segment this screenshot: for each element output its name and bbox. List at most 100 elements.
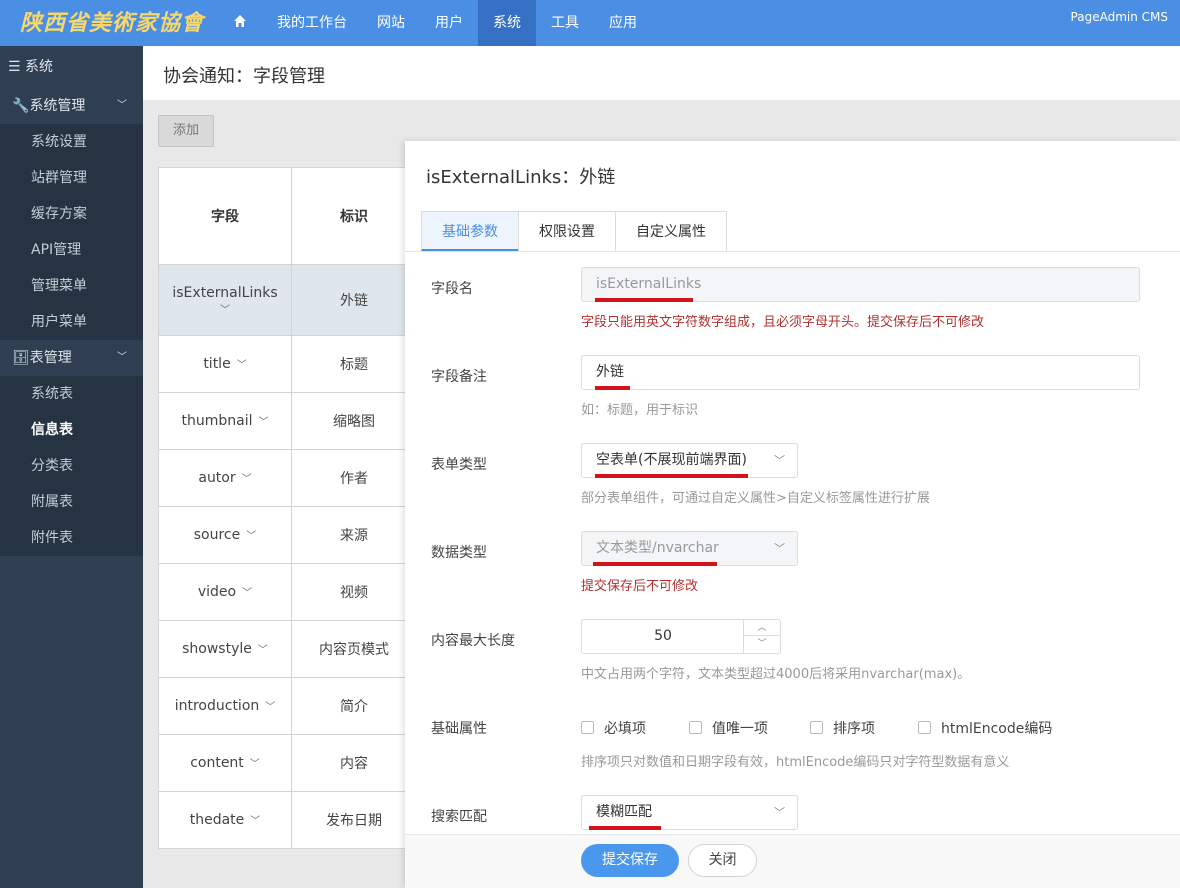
field-name[interactable]: source [194, 527, 241, 543]
tab-custom-attrs[interactable]: 自定义属性 [615, 211, 727, 251]
search-match-select[interactable]: 模糊匹配 ﹀ [581, 795, 798, 830]
checkbox-box[interactable] [918, 721, 931, 734]
database-icon: 🗄 [12, 350, 30, 366]
field-name[interactable]: autor [198, 470, 235, 486]
brand-label: PageAdmin CMS [1070, 10, 1168, 24]
sidebar-item-sub-table[interactable]: 附属表 [0, 484, 143, 520]
chevron-down-icon[interactable]: ﹀ [242, 474, 252, 485]
sidebar-item-cache[interactable]: 缓存方案 [0, 196, 143, 232]
table-row[interactable]: source ﹀ 来源 [158, 506, 417, 564]
chevron-down-icon[interactable]: ﹀ [258, 645, 268, 656]
sidebar-item-category-table[interactable]: 分类表 [0, 448, 143, 484]
red-underline-annotation [595, 298, 693, 302]
table-row[interactable]: content ﹀ 内容 [158, 734, 417, 792]
data-type-select[interactable]: 文本类型/nvarchar ﹀ [581, 531, 798, 566]
sidebar-header[interactable]: ☰ 系统 [0, 46, 143, 88]
panel-footer: 提交保存 关闭 [405, 834, 1180, 888]
red-underline-annotation [593, 562, 717, 566]
form-type-label: 表单类型 [431, 457, 487, 473]
label-cell: 外链 [291, 264, 417, 336]
chevron-up-icon[interactable]: ︿ [744, 620, 780, 636]
nav-website[interactable]: 网站 [362, 0, 420, 46]
field-name[interactable]: video [198, 584, 236, 600]
sidebar-item-attachment-table[interactable]: 附件表 [0, 520, 143, 556]
red-underline-annotation [595, 474, 748, 478]
tab-permissions[interactable]: 权限设置 [518, 211, 616, 251]
wrench-icon: 🔧 [12, 98, 30, 114]
menu-icon: ☰ [8, 59, 21, 75]
field-name-input[interactable]: isExternalLinks [581, 267, 1140, 302]
max-length-value[interactable]: 50 [582, 620, 744, 653]
nav-tools[interactable]: 工具 [536, 0, 594, 46]
nav-system[interactable]: 系统 [478, 0, 536, 46]
page-title: 协会通知：字段管理 [143, 46, 1180, 100]
sidebar-item-admin-menu[interactable]: 管理菜单 [0, 268, 143, 304]
table-row[interactable]: isExternalLinks ﹀ 外链 [158, 264, 417, 336]
sidebar-group-system-manage[interactable]: 🔧系统管理 ﹀ [0, 88, 143, 124]
label-cell: 内容页模式 [291, 620, 417, 678]
checkbox-box[interactable] [810, 721, 823, 734]
sidebar-item-info-table[interactable]: 信息表 [0, 412, 143, 448]
table-row[interactable]: title ﹀ 标题 [158, 335, 417, 393]
form-type-hint: 部分表单组件，可通过自定义属性>自定义标签属性进行扩展 [581, 491, 930, 506]
field-name[interactable]: showstyle [182, 641, 252, 657]
sidebar-item-site-group[interactable]: 站群管理 [0, 160, 143, 196]
nav-apps[interactable]: 应用 [594, 0, 652, 46]
checkbox-sortable[interactable]: 排序项 [810, 718, 875, 738]
label-cell: 缩略图 [291, 392, 417, 450]
field-note-label: 字段备注 [431, 369, 487, 385]
checkbox-html-encode[interactable]: htmlEncode编码 [918, 718, 1052, 738]
site-logo[interactable]: 陕西省美術家協會 [20, 6, 203, 40]
field-name[interactable]: title [203, 356, 230, 372]
chevron-down-icon[interactable]: ﹀ [159, 301, 291, 316]
sidebar-item-system-settings[interactable]: 系统设置 [0, 124, 143, 160]
field-name[interactable]: isExternalLinks [159, 285, 291, 301]
max-length-stepper[interactable]: 50 ︿ ﹀ [581, 619, 781, 654]
chevron-down-icon[interactable]: ﹀ [246, 531, 256, 542]
table-row[interactable]: autor ﹀ 作者 [158, 449, 417, 507]
chevron-down-icon[interactable]: ﹀ [744, 636, 780, 652]
label-cell: 简介 [291, 677, 417, 735]
tab-basic-params[interactable]: 基础参数 [421, 211, 519, 251]
checkbox-box[interactable] [581, 721, 594, 734]
chevron-down-icon: ﹀ [774, 806, 785, 819]
nav-workspace[interactable]: 我的工作台 [262, 0, 362, 46]
field-name[interactable]: content [190, 755, 244, 771]
table-row[interactable]: introduction ﹀ 简介 [158, 677, 417, 735]
field-cell: isExternalLinks ﹀ [158, 264, 292, 336]
chevron-down-icon[interactable]: ﹀ [250, 759, 260, 770]
field-note-input[interactable]: 外链 [581, 355, 1140, 390]
add-button[interactable]: 添加 [158, 115, 214, 147]
table-row[interactable]: showstyle ﹀ 内容页模式 [158, 620, 417, 678]
chevron-down-icon[interactable]: ﹀ [250, 816, 260, 827]
table-row[interactable]: thumbnail ﹀ 缩略图 [158, 392, 417, 450]
field-name[interactable]: introduction [175, 698, 260, 714]
checkbox-required[interactable]: 必填项 [581, 718, 646, 738]
nav-users[interactable]: 用户 [420, 0, 478, 46]
close-button[interactable]: 关闭 [688, 844, 757, 877]
sidebar-item-user-menu[interactable]: 用户菜单 [0, 304, 143, 340]
nav-home[interactable] [218, 0, 262, 46]
sidebar-group-table-manage[interactable]: 🗄表管理 ﹀ [0, 340, 143, 376]
sidebar-item-system-table[interactable]: 系统表 [0, 376, 143, 412]
field-name[interactable]: thedate [190, 812, 245, 828]
table-row[interactable]: video ﹀ 视频 [158, 563, 417, 621]
checkbox-box[interactable] [689, 721, 702, 734]
sidebar-submenu-system: 系统设置 站群管理 缓存方案 API管理 管理菜单 用户菜单 [0, 124, 143, 340]
field-name[interactable]: thumbnail [182, 413, 253, 429]
chevron-down-icon[interactable]: ﹀ [265, 702, 275, 713]
form-type-select[interactable]: 空表单(不展现前端界面) ﹀ [581, 443, 798, 478]
chevron-down-icon[interactable]: ﹀ [242, 588, 252, 599]
chevron-down-icon: ﹀ [774, 454, 785, 467]
search-match-label: 搜索匹配 [431, 809, 487, 825]
table-row[interactable]: thedate ﹀ 发布日期 [158, 791, 417, 849]
submit-save-button[interactable]: 提交保存 [581, 844, 679, 877]
data-type-label: 数据类型 [431, 545, 487, 561]
chevron-down-icon[interactable]: ﹀ [259, 417, 269, 428]
label-cell: 视频 [291, 563, 417, 621]
chevron-down-icon[interactable]: ﹀ [237, 360, 247, 371]
chevron-down-icon: ﹀ [117, 352, 127, 363]
checkbox-unique[interactable]: 值唯一项 [689, 718, 768, 738]
sidebar-item-api[interactable]: API管理 [0, 232, 143, 268]
home-icon [234, 15, 246, 27]
